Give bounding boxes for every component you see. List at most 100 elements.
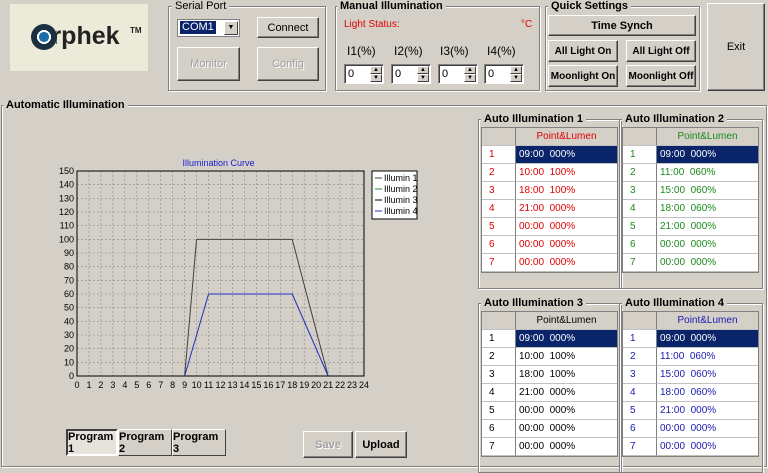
moonlight-off-button[interactable]: Moonlight Off: [626, 65, 696, 87]
exit-button[interactable]: Exit: [707, 3, 765, 91]
spin-down-icon[interactable]: ▼: [510, 74, 522, 82]
moonlight-on-button[interactable]: Moonlight On: [548, 65, 618, 87]
point-lumen-cell[interactable]: 09:00 000%: [657, 330, 758, 348]
point-lumen-cell[interactable]: 00:00 000%: [657, 420, 758, 438]
point-lumen-cell[interactable]: 00:00 000%: [516, 402, 617, 420]
spin-up-icon[interactable]: ▲: [370, 66, 382, 74]
i1-spinner[interactable]: 0 ▲ ▼: [344, 64, 384, 84]
upload-button[interactable]: Upload: [355, 431, 407, 458]
program-1-button[interactable]: Program 1: [66, 429, 118, 456]
table-row[interactable]: 4 21:00 000%: [482, 200, 617, 218]
spin-down-icon[interactable]: ▼: [370, 74, 382, 82]
table-row[interactable]: 3 15:00 060%: [623, 366, 758, 384]
x-tick-label: 14: [239, 380, 249, 390]
point-lumen-cell[interactable]: 10:00 100%: [516, 348, 617, 366]
table-row[interactable]: 6 00:00 000%: [482, 236, 617, 254]
monitor-button[interactable]: Monitor: [177, 47, 240, 81]
table-row[interactable]: 6 00:00 000%: [623, 236, 758, 254]
column-header: Point&Lumen: [657, 312, 758, 330]
table-row[interactable]: 7 00:00 000%: [482, 254, 617, 272]
point-lumen-cell[interactable]: 11:00 060%: [657, 348, 758, 366]
x-tick-label: 0: [74, 380, 79, 390]
point-lumen-cell[interactable]: 09:00 000%: [516, 330, 617, 348]
column-header: Point&Lumen: [657, 128, 758, 146]
point-lumen-cell[interactable]: 21:00 000%: [516, 200, 617, 218]
spin-down-icon[interactable]: ▼: [417, 74, 429, 82]
table-row[interactable]: 5 21:00 000%: [623, 218, 758, 236]
row-number: 5: [623, 402, 657, 420]
table-row[interactable]: 2 11:00 060%: [623, 164, 758, 182]
point-lumen-cell[interactable]: 00:00 000%: [516, 218, 617, 236]
table-row[interactable]: 7 00:00 000%: [482, 438, 617, 456]
point-lumen-cell[interactable]: 21:00 000%: [657, 402, 758, 420]
table-row[interactable]: 4 21:00 000%: [482, 384, 617, 402]
row-number: 1: [623, 330, 657, 348]
x-tick-label: 19: [299, 380, 309, 390]
table-row[interactable]: 5 00:00 000%: [482, 218, 617, 236]
config-button[interactable]: Config: [257, 47, 319, 81]
table-row[interactable]: 5 21:00 000%: [623, 402, 758, 420]
table-row[interactable]: 4 18:00 060%: [623, 384, 758, 402]
i3-spinner[interactable]: 0 ▲ ▼: [438, 64, 478, 84]
i2-spinner[interactable]: 0 ▲ ▼: [391, 64, 431, 84]
table-row[interactable]: 3 18:00 100%: [482, 182, 617, 200]
table-row[interactable]: 2 10:00 100%: [482, 348, 617, 366]
spin-up-icon[interactable]: ▲: [417, 66, 429, 74]
all-light-off-button[interactable]: All Light Off: [626, 40, 696, 62]
chevron-down-icon[interactable]: ▼: [224, 21, 238, 35]
table-row[interactable]: 1 09:00 000%: [482, 146, 617, 164]
point-lumen-cell[interactable]: 15:00 060%: [657, 366, 758, 384]
all-light-on-button[interactable]: All Light On: [548, 40, 618, 62]
i4-spinner[interactable]: 0 ▲ ▼: [484, 64, 524, 84]
table-row[interactable]: 1 09:00 000%: [482, 330, 617, 348]
time-synch-button[interactable]: Time Synch: [548, 15, 696, 36]
table-row[interactable]: 2 11:00 060%: [623, 348, 758, 366]
point-lumen-cell[interactable]: 11:00 060%: [657, 164, 758, 182]
table-row[interactable]: 1 09:00 000%: [623, 330, 758, 348]
table-row[interactable]: 1 09:00 000%: [623, 146, 758, 164]
table-row[interactable]: 7 00:00 000%: [623, 438, 758, 456]
point-lumen-cell[interactable]: 00:00 000%: [516, 236, 617, 254]
point-lumen-cell[interactable]: 00:00 000%: [516, 254, 617, 272]
auto-illumination-2-table[interactable]: Point&Lumen 1 09:00 000% 2 11:00 060% 3 15:00 …: [622, 127, 759, 273]
table-row[interactable]: 7 00:00 000%: [623, 254, 758, 272]
auto-illumination-4-table[interactable]: Point&Lumen 1 09:00 000% 2 11:00 060% 3 15:00 …: [622, 311, 759, 457]
temperature-unit: °C: [521, 19, 533, 30]
point-lumen-cell[interactable]: 18:00 060%: [657, 384, 758, 402]
table-row[interactable]: 3 15:00 060%: [623, 182, 758, 200]
table-row[interactable]: 3 18:00 100%: [482, 366, 617, 384]
point-lumen-cell[interactable]: 00:00 000%: [657, 254, 758, 272]
point-lumen-cell[interactable]: 21:00 000%: [657, 218, 758, 236]
spin-up-icon[interactable]: ▲: [464, 66, 476, 74]
y-tick-label: 130: [59, 193, 74, 203]
auto-illumination-3-table[interactable]: Point&Lumen 1 09:00 000% 2 10:00 100% 3 18:00 …: [481, 311, 618, 457]
row-number: 6: [623, 420, 657, 438]
point-lumen-cell[interactable]: 15:00 060%: [657, 182, 758, 200]
point-lumen-cell[interactable]: 00:00 000%: [516, 438, 617, 456]
table-row[interactable]: 4 18:00 060%: [623, 200, 758, 218]
header-corner: [482, 128, 516, 146]
table-row[interactable]: 2 10:00 100%: [482, 164, 617, 182]
table-row[interactable]: 5 00:00 000%: [482, 402, 617, 420]
point-lumen-cell[interactable]: 09:00 000%: [657, 146, 758, 164]
point-lumen-cell[interactable]: 00:00 000%: [657, 236, 758, 254]
program-2-button[interactable]: Program 2: [118, 429, 172, 456]
point-lumen-cell[interactable]: 10:00 100%: [516, 164, 617, 182]
save-button[interactable]: Save: [303, 431, 353, 458]
point-lumen-cell[interactable]: 21:00 000%: [516, 384, 617, 402]
spin-down-icon[interactable]: ▼: [464, 74, 476, 82]
spin-up-icon[interactable]: ▲: [510, 66, 522, 74]
point-lumen-cell[interactable]: 00:00 000%: [516, 420, 617, 438]
point-lumen-cell[interactable]: 18:00 060%: [657, 200, 758, 218]
table-row[interactable]: 6 00:00 000%: [482, 420, 617, 438]
x-tick-label: 8: [170, 380, 175, 390]
point-lumen-cell[interactable]: 18:00 100%: [516, 366, 617, 384]
port-select[interactable]: COM1 ▼: [177, 19, 240, 37]
connect-button[interactable]: Connect: [257, 17, 319, 38]
table-row[interactable]: 6 00:00 000%: [623, 420, 758, 438]
point-lumen-cell[interactable]: 00:00 000%: [657, 438, 758, 456]
program-3-button[interactable]: Program 3: [172, 429, 226, 456]
point-lumen-cell[interactable]: 09:00 000%: [516, 146, 617, 164]
auto-illumination-1-table[interactable]: Point&Lumen 1 09:00 000% 2 10:00 100% 3 18:00 …: [481, 127, 618, 273]
point-lumen-cell[interactable]: 18:00 100%: [516, 182, 617, 200]
